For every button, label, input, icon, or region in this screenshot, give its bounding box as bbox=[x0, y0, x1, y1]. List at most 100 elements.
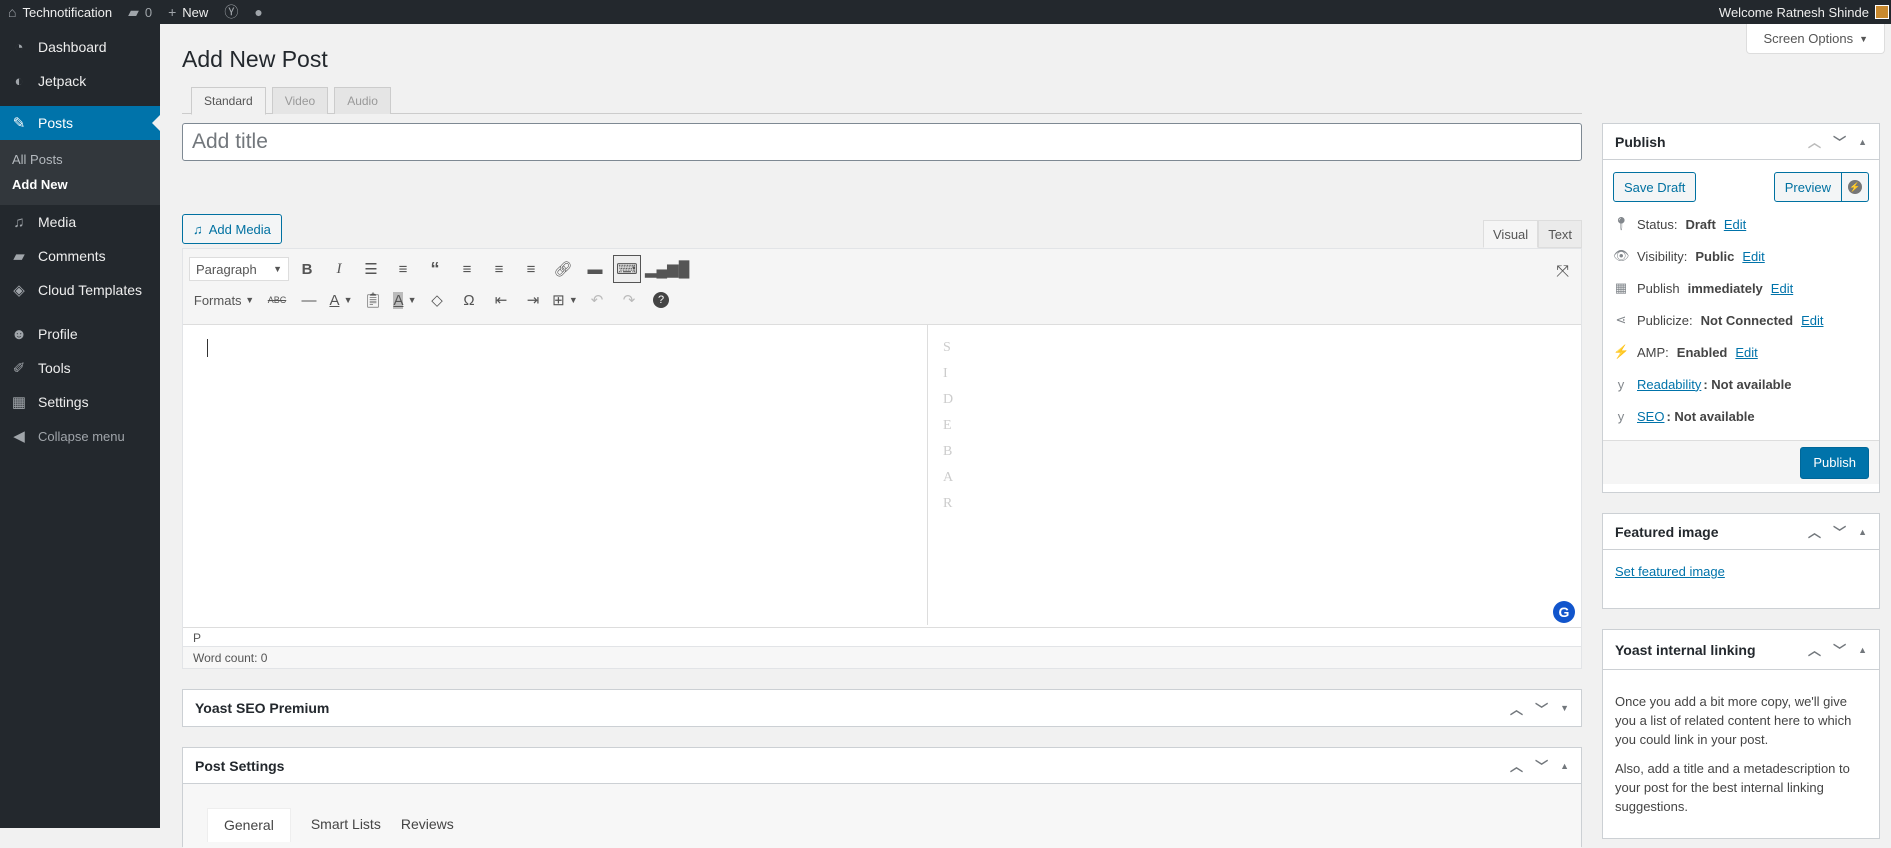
post-settings-metabox: Post Settings ︿ ﹀ ▲ General Smart Lists Re… bbox=[182, 747, 1582, 848]
tab-general[interactable]: General bbox=[207, 808, 291, 842]
toggle-icon[interactable]: ▼ bbox=[1560, 703, 1569, 713]
align-center-button[interactable]: ≡ bbox=[485, 255, 513, 283]
title-input[interactable]: Add title bbox=[182, 123, 1582, 161]
bold-button[interactable]: B bbox=[293, 255, 321, 283]
new-content-link[interactable]: + New bbox=[160, 0, 216, 24]
metabox-title[interactable]: Yoast SEO Premium bbox=[195, 700, 329, 716]
collapse-menu-button[interactable]: ◀ Collapse menu bbox=[0, 419, 160, 453]
fullscreen-button[interactable]: ⤧ bbox=[1556, 263, 1569, 281]
calendar-icon: ▦ bbox=[1614, 280, 1628, 295]
move-down-icon[interactable]: ﹀ bbox=[1833, 522, 1846, 541]
welcome-text[interactable]: Welcome Ratnesh Shinde bbox=[1719, 5, 1869, 20]
readability-link[interactable]: Readability bbox=[1637, 377, 1701, 392]
numbered-list-button[interactable]: ≡ bbox=[389, 255, 417, 283]
tab-standard[interactable]: Standard bbox=[191, 87, 266, 115]
read-more-button[interactable]: ▬ bbox=[581, 255, 609, 283]
move-down-icon[interactable]: ﹀ bbox=[1535, 699, 1548, 718]
background-color-button[interactable]: A ▼ bbox=[391, 286, 419, 314]
grammarly-icon[interactable]: G bbox=[1553, 601, 1575, 623]
link-icon: 🔗︎ bbox=[553, 261, 573, 278]
horizontal-line-button[interactable]: — bbox=[295, 286, 323, 314]
status-dot[interactable]: ● bbox=[246, 0, 270, 24]
edit-visibility-link[interactable]: Edit bbox=[1742, 249, 1764, 264]
metabox-title[interactable]: Post Settings bbox=[195, 758, 284, 774]
italic-button[interactable]: I bbox=[325, 255, 353, 283]
yoast-link[interactable]: Ⓨ bbox=[216, 0, 246, 24]
help-button[interactable]: ? bbox=[647, 286, 675, 314]
submenu-add-new[interactable]: Add New bbox=[0, 172, 160, 197]
screen-options-button[interactable]: Screen Options ▼ bbox=[1746, 24, 1885, 54]
undo-button[interactable]: ↶ bbox=[583, 286, 611, 314]
preview-button[interactable]: Preview bbox=[1773, 172, 1842, 202]
publish-label: Publish bbox=[1637, 280, 1680, 296]
sidebar-item-settings[interactable]: ▦ Settings bbox=[0, 385, 160, 419]
toggle-icon[interactable]: ▲ bbox=[1858, 527, 1867, 537]
tab-text[interactable]: Text bbox=[1538, 220, 1583, 248]
tab-smart-lists[interactable]: Smart Lists bbox=[311, 808, 381, 848]
edit-schedule-link[interactable]: Edit bbox=[1771, 281, 1793, 296]
metabox-title[interactable]: Featured image bbox=[1615, 524, 1718, 540]
edit-publicize-link[interactable]: Edit bbox=[1801, 313, 1823, 328]
element-path[interactable]: P bbox=[183, 627, 1581, 647]
tab-visual[interactable]: Visual bbox=[1483, 220, 1539, 248]
edit-status-link[interactable]: Edit bbox=[1724, 217, 1746, 232]
redo-button[interactable]: ↷ bbox=[615, 286, 643, 314]
amp-preview-button[interactable]: ⚡ bbox=[1842, 172, 1869, 202]
strikethrough-button[interactable]: ABC bbox=[263, 286, 291, 314]
move-down-icon[interactable]: ﹀ bbox=[1535, 756, 1548, 775]
toolbar-toggle-button[interactable]: ⌨ bbox=[613, 255, 641, 283]
special-character-button[interactable]: Ω bbox=[455, 286, 483, 314]
set-featured-image-link[interactable]: Set featured image bbox=[1615, 564, 1725, 579]
sidebar-item-posts[interactable]: ✎ Posts bbox=[0, 106, 160, 140]
site-name: Technotification bbox=[22, 4, 113, 20]
toggle-icon[interactable]: ▲ bbox=[1858, 137, 1867, 147]
move-up-icon[interactable]: ︿ bbox=[1510, 699, 1523, 718]
sidebar-item-comments[interactable]: ▰ Comments bbox=[0, 239, 160, 273]
submenu-all-posts[interactable]: All Posts bbox=[0, 147, 160, 172]
sidebar-item-jetpack[interactable]: ◐ Jetpack bbox=[0, 64, 160, 98]
move-up-icon[interactable]: ︿ bbox=[1808, 522, 1821, 541]
toggle-icon[interactable]: ▲ bbox=[1560, 761, 1569, 771]
seo-link[interactable]: SEO bbox=[1637, 409, 1664, 424]
link-button[interactable]: 🔗︎ bbox=[549, 255, 577, 283]
comments-link[interactable]: ▰ 0 bbox=[120, 0, 160, 24]
seo-signal-button[interactable]: ▂▄▆█ bbox=[645, 255, 689, 283]
formats-label: Formats bbox=[193, 292, 242, 308]
blockquote-button[interactable]: “ bbox=[421, 255, 449, 283]
publish-button[interactable]: Publish bbox=[1800, 446, 1869, 479]
add-media-button[interactable]: ♫ Add Media bbox=[182, 214, 282, 244]
metabox-title[interactable]: Publish bbox=[1615, 134, 1666, 150]
table-button[interactable]: ⊞ ▼ bbox=[551, 286, 579, 314]
move-up-icon[interactable]: ︿ bbox=[1510, 756, 1523, 775]
outdent-button[interactable]: ⇤ bbox=[487, 286, 515, 314]
formats-dropdown[interactable]: Formats ▼ bbox=[189, 286, 259, 314]
sidebar-item-tools[interactable]: ✐ Tools bbox=[0, 351, 160, 385]
sidebar-item-media[interactable]: ♫ Media bbox=[0, 205, 160, 239]
paste-text-button[interactable]: 📋︎ bbox=[359, 286, 387, 314]
sidebar-item-profile[interactable]: ☻ Profile bbox=[0, 317, 160, 351]
move-down-icon[interactable]: ﹀ bbox=[1833, 132, 1846, 151]
toggle-icon[interactable]: ▲ bbox=[1858, 645, 1867, 655]
align-right-button[interactable]: ≡ bbox=[517, 255, 545, 283]
move-up-icon[interactable]: ︿ bbox=[1808, 640, 1821, 659]
tab-reviews[interactable]: Reviews bbox=[401, 808, 454, 848]
align-left-button[interactable]: ≡ bbox=[453, 255, 481, 283]
save-draft-button[interactable]: Save Draft bbox=[1613, 172, 1697, 202]
move-down-icon[interactable]: ﹀ bbox=[1833, 640, 1846, 659]
sidebar-item-cloud-templates[interactable]: ◈ Cloud Templates bbox=[0, 273, 160, 307]
sidebar-item-dashboard[interactable]: ◔ Dashboard bbox=[0, 30, 160, 64]
tab-video[interactable]: Video bbox=[271, 87, 329, 114]
edit-amp-link[interactable]: Edit bbox=[1735, 345, 1757, 360]
clear-formatting-button[interactable]: ◇ bbox=[423, 286, 451, 314]
paragraph-select[interactable]: Paragraph ▼ bbox=[189, 257, 289, 281]
site-name-link[interactable]: ⌂ Technotification bbox=[0, 0, 120, 24]
text-color-button[interactable]: A ▼ bbox=[327, 286, 355, 314]
indent-button[interactable]: ⇥ bbox=[519, 286, 547, 314]
bullet-list-button[interactable]: ☰ bbox=[357, 255, 385, 283]
avatar[interactable] bbox=[1875, 5, 1889, 19]
tab-audio[interactable]: Audio bbox=[334, 87, 391, 114]
editor-content-area[interactable]: S I D E B A R G bbox=[183, 325, 1581, 627]
metabox-title[interactable]: Yoast internal linking bbox=[1615, 642, 1756, 658]
publicize-row: ⋖ Publicize: Not Connected Edit bbox=[1603, 304, 1879, 336]
move-up-icon[interactable]: ︿ bbox=[1808, 132, 1821, 151]
